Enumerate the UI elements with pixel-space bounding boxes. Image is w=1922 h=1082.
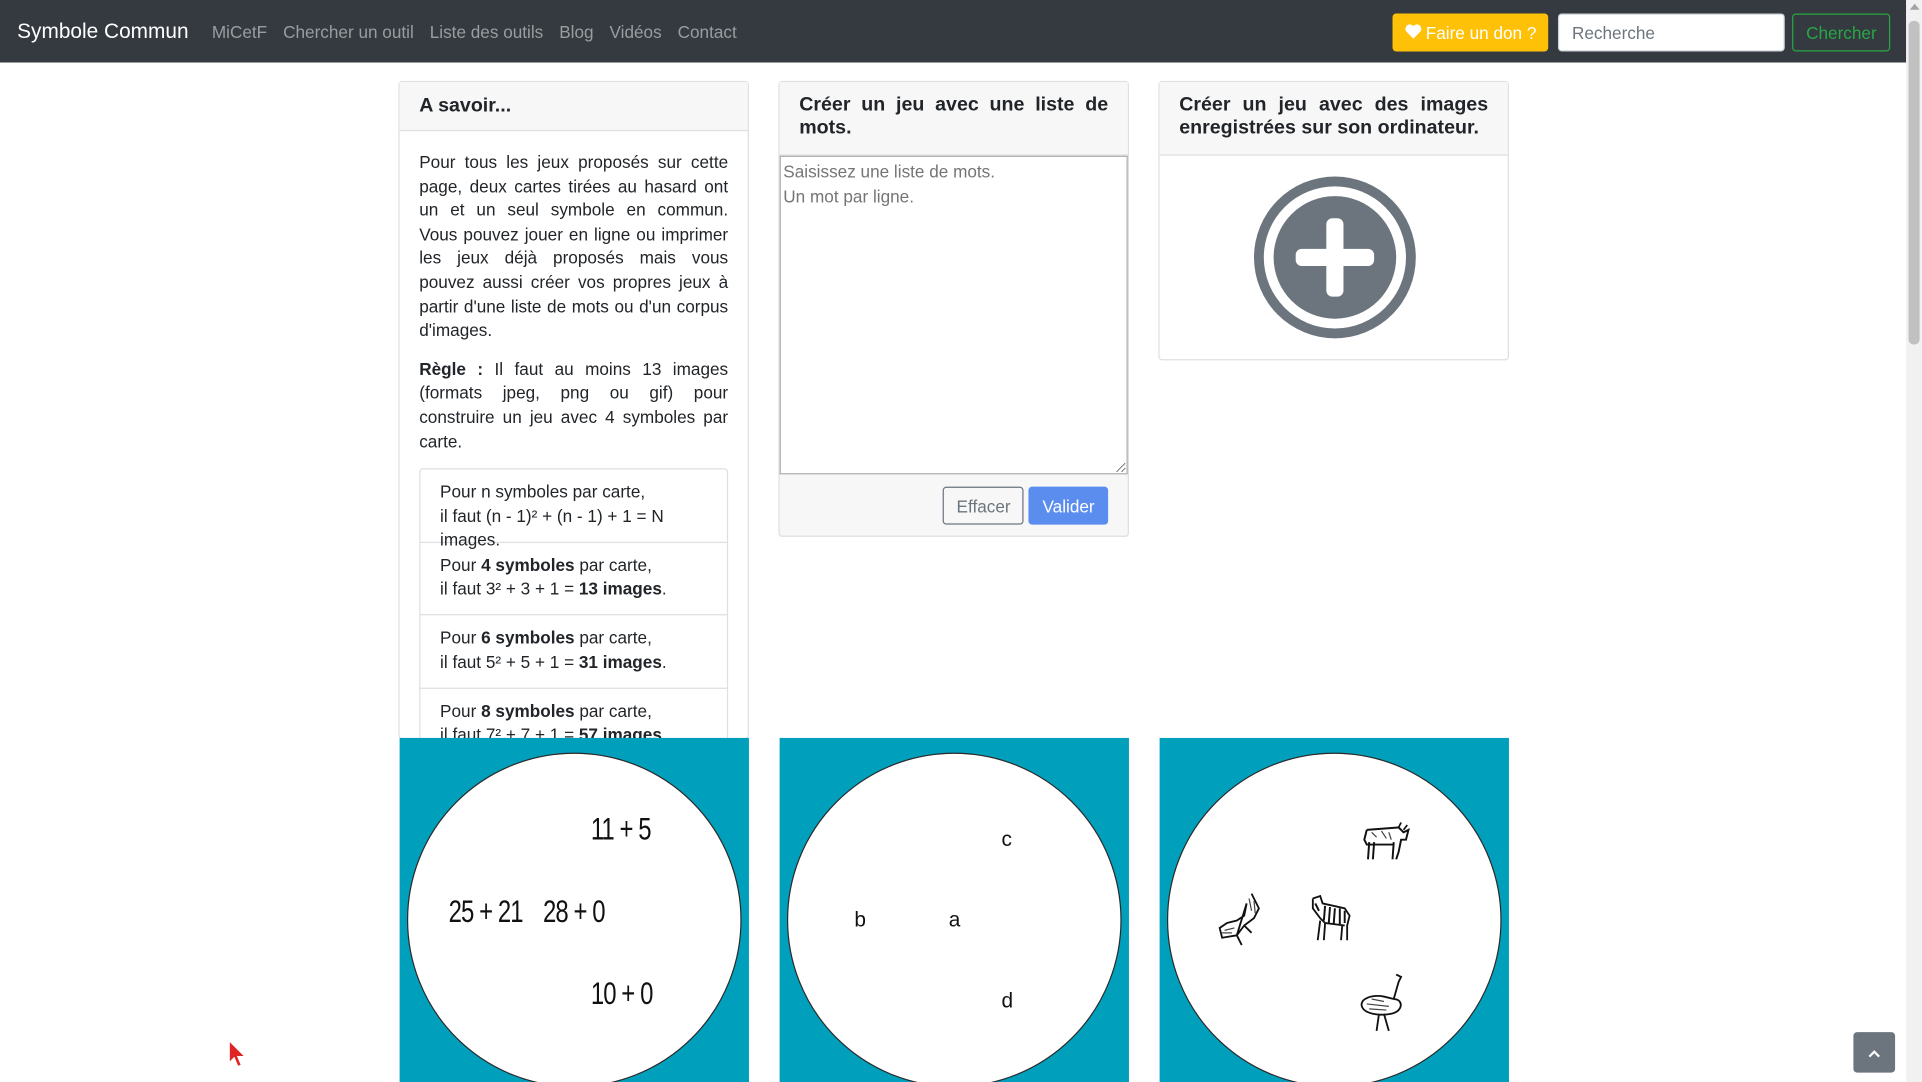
brand-link[interactable]: Symbole Commun <box>17 19 188 44</box>
formula-item-4: Pour 4 symboles par carte, il faut 3² + … <box>420 543 727 616</box>
info-card: A savoir... Pour tous les jeux proposés … <box>398 80 749 763</box>
nav-link-liste-outils[interactable]: Liste des outils <box>430 21 544 41</box>
scrollbar-thumb[interactable] <box>1908 20 1920 345</box>
nav-link-chercher-outil[interactable]: Chercher un outil <box>283 21 414 41</box>
game-tile-letters[interactable]: c b a d <box>779 737 1129 1082</box>
symbol-text: a <box>948 908 961 932</box>
game-card-disc: c b a d <box>786 752 1122 1082</box>
scroll-up-arrow-icon[interactable] <box>1909 3 1920 10</box>
vertical-scrollbar[interactable] <box>1906 0 1922 1082</box>
symbol-text: 25 + 21 <box>448 892 524 930</box>
symbol-text: b <box>854 908 866 932</box>
formula-line-2: il faut 3² + 3 + 1 = 13 images. <box>440 578 667 599</box>
formula-line-2: il faut 5² + 5 + 1 = 31 images. <box>440 651 667 672</box>
info-card-title: A savoir... <box>399 82 748 132</box>
clear-button[interactable]: Effacer <box>943 486 1025 525</box>
rule-label: Règle : <box>419 358 484 379</box>
image-upload-card-title: Créer un jeu avec des images enregistrée… <box>1159 82 1508 156</box>
game-card-disc <box>1166 752 1502 1082</box>
formula-item-6: Pour 6 symboles par carte, il faut 5² + … <box>420 616 727 689</box>
formula-list: Pour n symboles par carte, il faut (n - … <box>419 468 729 763</box>
nav-link-contact[interactable]: Contact <box>678 21 737 41</box>
chevron-up-icon <box>1868 1041 1880 1063</box>
rule-paragraph: Règle : Il faut au moins 13 images (form… <box>419 358 728 454</box>
search-button[interactable]: Chercher <box>1792 13 1891 52</box>
info-paragraph: Pour tous les jeux proposés sur cette pa… <box>419 151 729 340</box>
search-input[interactable] <box>1558 13 1786 52</box>
back-to-top-button[interactable] <box>1853 1032 1896 1073</box>
nav-link-videos[interactable]: Vidéos <box>609 21 661 41</box>
nav-link-micetf[interactable]: MiCetF <box>212 21 267 41</box>
symbol-text: c <box>1001 827 1012 851</box>
eagle-icon <box>1215 891 1266 956</box>
symbol-text: 28 + 0 <box>543 892 606 930</box>
validate-button[interactable]: Valider <box>1029 486 1109 525</box>
donate-label: Faire un don ? <box>1425 22 1537 43</box>
ostrich-icon <box>1355 972 1409 1039</box>
info-card-body: Pour tous les jeux proposés sur cette pa… <box>400 131 748 782</box>
donate-button[interactable]: Faire un don ? <box>1392 13 1549 52</box>
heart-icon <box>1405 23 1422 43</box>
zebra-icon <box>1308 894 1355 952</box>
formula-line-1: Pour n symboles par carte, <box>440 481 646 502</box>
game-tile-maths[interactable]: 11 + 5 25 + 21 28 + 0 10 + 0 <box>399 737 749 1082</box>
formula-line-1: Pour 4 symboles par carte, <box>440 554 652 575</box>
formula-line-1: Pour 8 symboles par carte, <box>440 700 652 721</box>
symbol-text: d <box>1001 989 1014 1013</box>
formula-item-general: Pour n symboles par carte, il faut (n - … <box>420 470 727 550</box>
navbar-right-group: Faire un don ? Chercher <box>1392 13 1891 52</box>
top-navbar: Symbole Commun MiCetF Chercher un outil … <box>0 0 1907 63</box>
image-upload-card: Créer un jeu avec des images enregistrée… <box>1158 80 1509 361</box>
plus-circle-icon[interactable] <box>1245 175 1424 342</box>
word-list-textarea[interactable] <box>779 155 1128 475</box>
word-list-card: Créer un jeu avec une liste de mots. Eff… <box>778 80 1129 537</box>
game-card-disc: 11 + 5 25 + 21 28 + 0 10 + 0 <box>406 752 742 1082</box>
nav-link-blog[interactable]: Blog <box>559 21 593 41</box>
symbol-text: 11 + 5 <box>590 810 652 848</box>
game-tile-animals[interactable] <box>1159 737 1509 1082</box>
word-list-actions: Effacer Valider <box>943 486 1109 525</box>
formula-line-1: Pour 6 symboles par carte, <box>440 627 652 648</box>
symbol-text: 10 + 0 <box>590 974 654 1012</box>
cow-icon <box>1357 815 1411 868</box>
word-list-card-title: Créer un jeu avec une liste de mots. <box>779 82 1128 156</box>
